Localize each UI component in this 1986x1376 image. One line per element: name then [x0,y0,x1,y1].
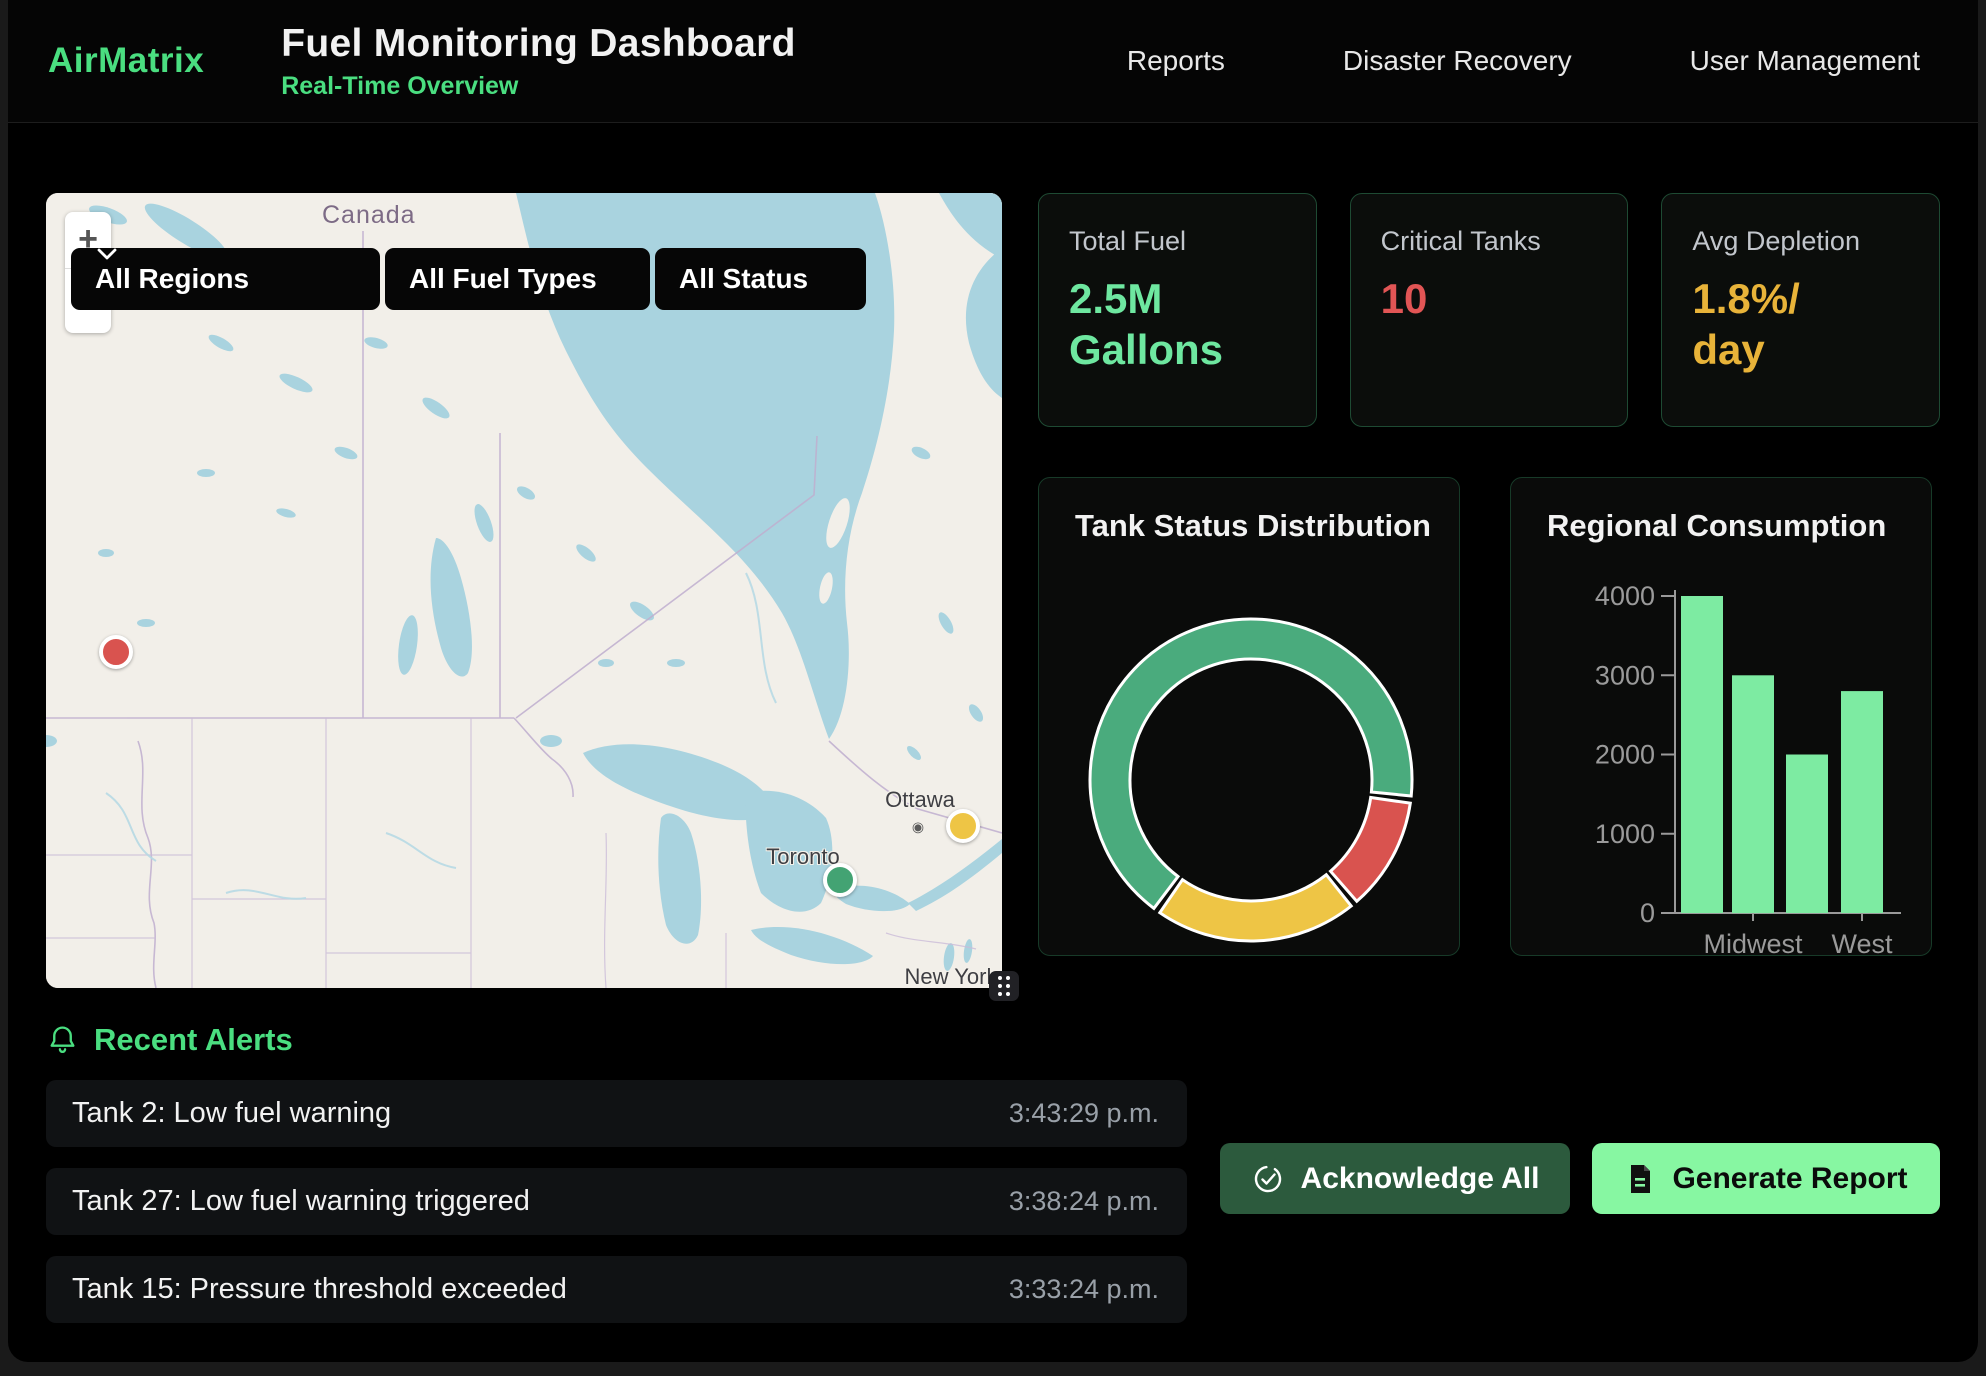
alert-timestamp: 3:38:24 p.m. [1009,1186,1159,1217]
stat-value: 10 [1381,273,1559,324]
nav-item-reports[interactable]: Reports [1127,45,1225,77]
city-label-ottawa: Ottawa [885,787,955,813]
nav-item-disaster-recovery[interactable]: Disaster Recovery [1343,45,1572,77]
stat-label: Avg Depletion [1692,226,1909,257]
stat-label: Critical Tanks [1381,226,1598,257]
brand-logo: AirMatrix [48,41,204,81]
generate-report-button[interactable]: Generate Report [1592,1143,1940,1214]
tank-marker-normal[interactable] [823,863,857,897]
regional-consumption-chart-card: Regional Consumption 01000200030004000Mi… [1510,477,1932,956]
map-drag-handle-icon[interactable] [989,971,1019,1001]
generate-report-label: Generate Report [1672,1162,1907,1196]
alerts-body: Tank 2: Low fuel warning 3:43:29 p.m. Ta… [46,1080,1940,1344]
svg-text:Midwest: Midwest [1703,929,1803,957]
stat-value: 2.5M Gallons [1069,273,1247,375]
map-canvas[interactable]: Canada OttawaTorontoNew York ◉ + − All R… [46,193,1002,988]
alert-message: Tank 15: Pressure threshold exceeded [72,1273,567,1306]
region-filter-select[interactable]: All Regions [71,248,380,310]
acknowledge-all-button[interactable]: Acknowledge All [1220,1143,1570,1214]
ottawa-town-icon: ◉ [912,819,924,836]
dashboard-app: AirMatrix Fuel Monitoring Dashboard Real… [8,0,1978,1362]
nav-item-user-management[interactable]: User Management [1690,45,1920,77]
alert-timestamp: 3:43:29 p.m. [1009,1098,1159,1129]
bell-icon [46,1023,79,1057]
main-content: Canada OttawaTorontoNew York ◉ + − All R… [8,123,1978,988]
svg-text:3000: 3000 [1595,660,1655,690]
map-filters: All Regions All Fuel Types All Status [71,248,866,310]
page-title: Fuel Monitoring Dashboard [281,22,795,66]
alert-row[interactable]: Tank 2: Low fuel warning 3:43:29 p.m. [46,1080,1187,1147]
map-country-label: Canada [322,201,416,230]
bar-chart: 0 1000 2000 3000 4000 Midwest West [1511,478,1933,957]
document-icon [1624,1162,1656,1196]
alerts-heading-label: Recent Alerts [94,1022,293,1058]
svg-text:1000: 1000 [1595,819,1655,849]
fuel-type-filter-select[interactable]: All Fuel Types [385,248,650,310]
alert-actions: Acknowledge All Generate Report [1220,1143,1940,1214]
stat-label: Total Fuel [1069,226,1286,257]
main-nav: Reports Disaster Recovery User Managemen… [1127,45,1938,77]
check-circle-icon [1251,1162,1285,1196]
alert-row[interactable]: Tank 15: Pressure threshold exceeded 3:3… [46,1256,1187,1323]
alert-row[interactable]: Tank 27: Low fuel warning triggered 3:38… [46,1168,1187,1235]
status-filter-value: All Status [679,263,808,295]
svg-text:0: 0 [1640,898,1655,928]
alert-timestamp: 3:33:24 p.m. [1009,1274,1159,1305]
stat-card-avg-depletion: Avg Depletion 1.8%/ day [1661,193,1940,427]
stat-card-critical-tanks: Critical Tanks 10 [1350,193,1629,427]
stat-value: 1.8%/ day [1692,273,1870,375]
svg-text:West: West [1831,929,1893,957]
chevron-down-icon [97,248,117,260]
recent-alerts-section: Recent Alerts Tank 2: Low fuel warning 3… [8,988,1978,1344]
tank-status-chart-card: Tank Status Distribution [1038,477,1460,956]
right-column: Total Fuel 2.5M Gallons Critical Tanks 1… [1038,193,1940,988]
city-label-new-york: New York [905,964,998,988]
alert-list: Tank 2: Low fuel warning 3:43:29 p.m. Ta… [46,1080,1187,1344]
tank-marker-critical[interactable] [99,635,133,669]
alerts-heading: Recent Alerts [46,1022,1940,1058]
alert-message: Tank 27: Low fuel warning triggered [72,1185,530,1218]
donut-chart [1039,478,1461,957]
svg-text:2000: 2000 [1595,740,1655,770]
status-filter-select[interactable]: All Status [655,248,866,310]
svg-text:4000: 4000 [1595,581,1655,611]
alert-message: Tank 2: Low fuel warning [72,1097,391,1130]
fuel-type-filter-value: All Fuel Types [409,263,597,295]
region-filter-value: All Regions [95,263,249,295]
title-block: Fuel Monitoring Dashboard Real-Time Over… [281,22,795,101]
tank-marker-warning[interactable] [946,809,980,843]
stat-card-total-fuel: Total Fuel 2.5M Gallons [1038,193,1317,427]
header: AirMatrix Fuel Monitoring Dashboard Real… [8,0,1978,123]
map-svg [46,193,1002,988]
stats-row: Total Fuel 2.5M Gallons Critical Tanks 1… [1038,193,1940,427]
map-panel[interactable]: Canada OttawaTorontoNew York ◉ + − All R… [46,193,1002,988]
page-subtitle: Real-Time Overview [281,72,795,101]
charts-row: Tank Status Distribution Regional Consum… [1038,477,1940,956]
acknowledge-all-label: Acknowledge All [1301,1162,1540,1196]
